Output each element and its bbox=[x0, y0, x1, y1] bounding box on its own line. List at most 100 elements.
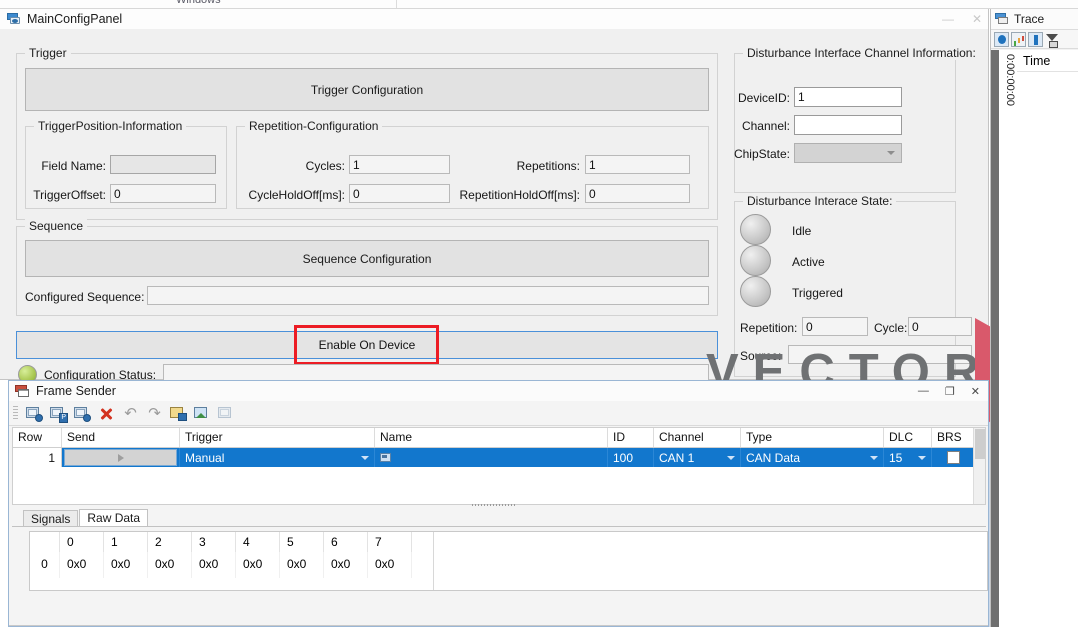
tab-signals[interactable]: Signals bbox=[23, 510, 79, 527]
cell-trigger[interactable]: Manual bbox=[180, 448, 375, 467]
cell-type-value: CAN Data bbox=[746, 450, 801, 465]
bar-chart-icon[interactable] bbox=[1011, 31, 1026, 47]
minimize-icon[interactable]: — bbox=[918, 385, 929, 397]
trigger-configuration-button[interactable]: Trigger Configuration bbox=[25, 68, 709, 111]
toolbar-grip[interactable] bbox=[13, 405, 18, 421]
trigger-offset-label: TriggerOffset: bbox=[33, 188, 106, 202]
raw-corner-cell bbox=[30, 532, 60, 552]
chevron-down-icon[interactable] bbox=[870, 455, 878, 460]
raw-col-0[interactable]: 0 bbox=[60, 532, 104, 552]
raw-col-4[interactable]: 4 bbox=[236, 532, 280, 552]
horizontal-splitter[interactable] bbox=[464, 501, 524, 508]
trigger-offset-input[interactable]: 0 bbox=[110, 184, 216, 203]
column-name[interactable]: Name bbox=[375, 428, 608, 447]
table-row[interactable]: 1 Manual 100 CAN 1 CAN Data 15 bbox=[13, 448, 985, 467]
column-id[interactable]: ID bbox=[608, 428, 654, 447]
filter-funnel-icon[interactable] bbox=[1045, 32, 1060, 48]
column-icon[interactable] bbox=[1028, 31, 1043, 47]
undo-icon[interactable]: ↶ bbox=[121, 405, 140, 422]
cell-brs[interactable] bbox=[932, 448, 975, 467]
tab-raw-data[interactable]: Raw Data bbox=[79, 509, 149, 527]
column-channel[interactable]: Channel bbox=[654, 428, 741, 447]
raw-cell-2[interactable]: 0x0 bbox=[148, 552, 192, 578]
chip-state-dropdown[interactable] bbox=[794, 143, 902, 163]
cell-send[interactable] bbox=[62, 448, 180, 467]
brs-checkbox[interactable] bbox=[946, 451, 960, 464]
add-message-icon[interactable] bbox=[73, 405, 92, 422]
led-active-label: Active bbox=[792, 255, 825, 269]
chevron-down-icon[interactable] bbox=[361, 455, 369, 460]
sequence-configuration-button[interactable]: Sequence Configuration bbox=[25, 240, 709, 277]
close-icon[interactable]: ✕ bbox=[971, 385, 980, 398]
raw-cell-7[interactable]: 0x0 bbox=[368, 552, 412, 578]
scrollbar-thumb[interactable] bbox=[975, 429, 985, 459]
trace-panel: Trace 0:00:00:00 Time bbox=[990, 9, 1078, 627]
chevron-down-icon bbox=[887, 151, 895, 155]
field-name-input[interactable] bbox=[110, 155, 216, 174]
cell-id[interactable]: 100 bbox=[608, 448, 654, 467]
trace-column-time[interactable]: Time bbox=[1017, 50, 1078, 72]
device-id-input[interactable]: 1 bbox=[794, 87, 902, 107]
detail-tabs: Signals Raw Data bbox=[23, 509, 149, 527]
menu-item-windows[interactable]: Windows bbox=[176, 0, 221, 6]
repetitions-input[interactable]: 1 bbox=[585, 155, 690, 174]
info-icon[interactable] bbox=[994, 31, 1009, 47]
minimize-icon[interactable]: — bbox=[942, 13, 954, 25]
menu-strip: Windows bbox=[0, 0, 1078, 9]
trace-titlebar: Trace bbox=[991, 9, 1078, 29]
raw-col-6[interactable]: 6 bbox=[324, 532, 368, 552]
chevron-down-icon[interactable] bbox=[918, 455, 926, 460]
cell-channel[interactable]: CAN 1 bbox=[654, 448, 741, 467]
column-dlc[interactable]: DLC bbox=[884, 428, 932, 447]
field-name-label: Field Name: bbox=[41, 159, 106, 173]
repetition-holdoff-input[interactable]: 0 bbox=[585, 184, 690, 203]
raw-col-1[interactable]: 1 bbox=[104, 532, 148, 552]
cell-type[interactable]: CAN Data bbox=[741, 448, 884, 467]
cell-name[interactable] bbox=[375, 448, 608, 467]
raw-cell-6[interactable]: 0x0 bbox=[324, 552, 368, 578]
app-root: Windows MainConfigPanel — ✕ Trigger Trig… bbox=[0, 0, 1078, 627]
frame-sender-window-controls: — ❐ ✕ bbox=[918, 381, 980, 401]
add-frame-icon[interactable] bbox=[25, 405, 44, 422]
close-icon[interactable]: ✕ bbox=[972, 13, 982, 25]
column-brs[interactable]: BRS bbox=[932, 428, 975, 447]
raw-col-2[interactable]: 2 bbox=[148, 532, 192, 552]
raw-cell-5[interactable]: 0x0 bbox=[280, 552, 324, 578]
main-config-panel-titlebar: MainConfigPanel — ✕ bbox=[0, 9, 988, 29]
raw-cell-1[interactable]: 0x0 bbox=[104, 552, 148, 578]
raw-data-row[interactable]: 0 0x0 0x0 0x0 0x0 0x0 0x0 0x0 0x0 bbox=[30, 552, 987, 578]
raw-cell-3[interactable]: 0x0 bbox=[192, 552, 236, 578]
raw-col-3[interactable]: 3 bbox=[192, 532, 236, 552]
cycle-status-label: Cycle: bbox=[874, 321, 908, 335]
raw-grid-edge bbox=[433, 532, 434, 590]
table-scrollbar[interactable] bbox=[973, 428, 985, 504]
column-type[interactable]: Type bbox=[741, 428, 884, 447]
cell-dlc[interactable]: 15 bbox=[884, 448, 932, 467]
copy-icon[interactable] bbox=[217, 405, 236, 422]
enable-on-device-button[interactable]: Enable On Device bbox=[16, 331, 718, 359]
raw-cell-0[interactable]: 0x0 bbox=[60, 552, 104, 578]
enable-on-device-area: Enable On Device bbox=[16, 325, 718, 365]
redo-icon[interactable]: ↷ bbox=[145, 405, 164, 422]
raw-col-5[interactable]: 5 bbox=[280, 532, 324, 552]
add-pdu-icon[interactable]: P bbox=[49, 405, 68, 423]
frame-sender-title: Frame Sender bbox=[36, 384, 116, 398]
maximize-icon[interactable]: ❐ bbox=[945, 385, 955, 398]
save-config-icon[interactable] bbox=[169, 405, 188, 422]
chevron-down-icon[interactable] bbox=[727, 455, 735, 460]
raw-col-7[interactable]: 7 bbox=[368, 532, 412, 552]
configured-sequence-input[interactable] bbox=[147, 286, 709, 305]
raw-cell-4[interactable]: 0x0 bbox=[236, 552, 280, 578]
main-window-controls: — ✕ bbox=[942, 9, 982, 29]
column-send[interactable]: Send bbox=[62, 428, 180, 447]
column-row[interactable]: Row bbox=[13, 428, 62, 447]
load-config-icon[interactable] bbox=[193, 405, 212, 422]
main-config-panel-title: MainConfigPanel bbox=[27, 12, 123, 26]
repetition-status-value: 0 bbox=[802, 317, 868, 336]
send-button[interactable] bbox=[64, 449, 177, 466]
delete-icon[interactable] bbox=[97, 405, 116, 422]
trace-toolbar bbox=[991, 29, 1078, 49]
raw-data-header-row: 0 1 2 3 4 5 6 7 bbox=[30, 532, 987, 552]
channel-input[interactable] bbox=[794, 115, 902, 135]
column-trigger[interactable]: Trigger bbox=[180, 428, 375, 447]
